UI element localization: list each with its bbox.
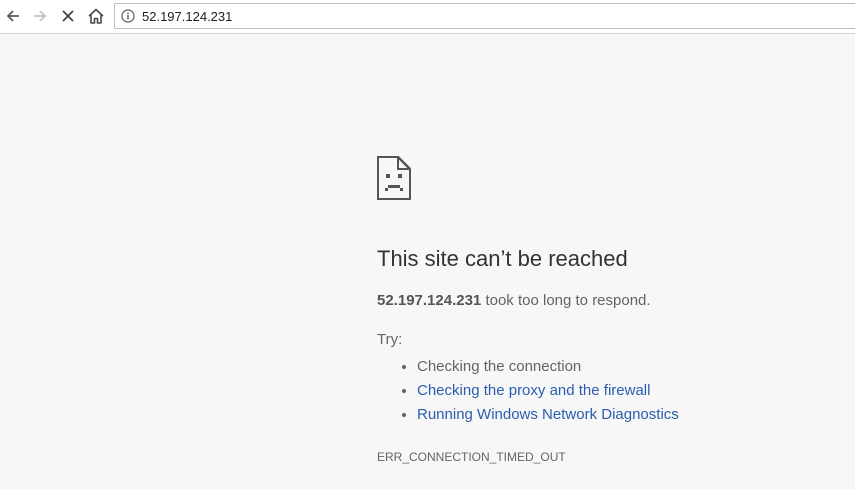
suggestion-item: Checking the connection	[417, 355, 847, 379]
error-content: This site can’t be reached 52.197.124.23…	[376, 155, 847, 464]
suggestion-network-diagnostics-link[interactable]: Running Windows Network Diagnostics	[417, 406, 679, 423]
error-host: 52.197.124.231	[377, 292, 482, 309]
suggestion-item: Running Windows Network Diagnostics	[417, 403, 847, 427]
suggestion-check-connection: Checking the connection	[417, 358, 582, 375]
try-label: Try:	[377, 331, 403, 348]
forward-button[interactable]	[28, 4, 52, 28]
back-button[interactable]	[1, 4, 25, 28]
info-icon[interactable]	[121, 9, 135, 23]
close-icon	[62, 10, 74, 22]
url-text[interactable]: 52.197.124.231	[142, 9, 232, 24]
suggestion-proxy-firewall-link[interactable]: Checking the proxy and the firewall	[417, 382, 650, 399]
home-icon	[88, 8, 104, 24]
arrow-right-icon	[34, 10, 47, 22]
arrow-left-icon	[6, 10, 19, 22]
stop-button[interactable]	[56, 4, 80, 28]
error-detail-suffix: took too long to respond.	[481, 292, 651, 309]
browser-toolbar: 52.197.124.231	[0, 0, 855, 34]
suggestion-item: Checking the proxy and the firewall	[417, 379, 847, 403]
error-code: ERR_CONNECTION_TIMED_OUT	[377, 450, 566, 464]
home-button[interactable]	[84, 4, 108, 28]
error-detail: 52.197.124.231 took too long to respond.	[377, 292, 847, 310]
sad-document-icon	[376, 155, 412, 201]
error-heading: This site can’t be reached	[377, 246, 628, 271]
address-bar[interactable]: 52.197.124.231	[114, 3, 855, 29]
suggestion-list: Checking the connection Checking the pro…	[377, 355, 847, 427]
